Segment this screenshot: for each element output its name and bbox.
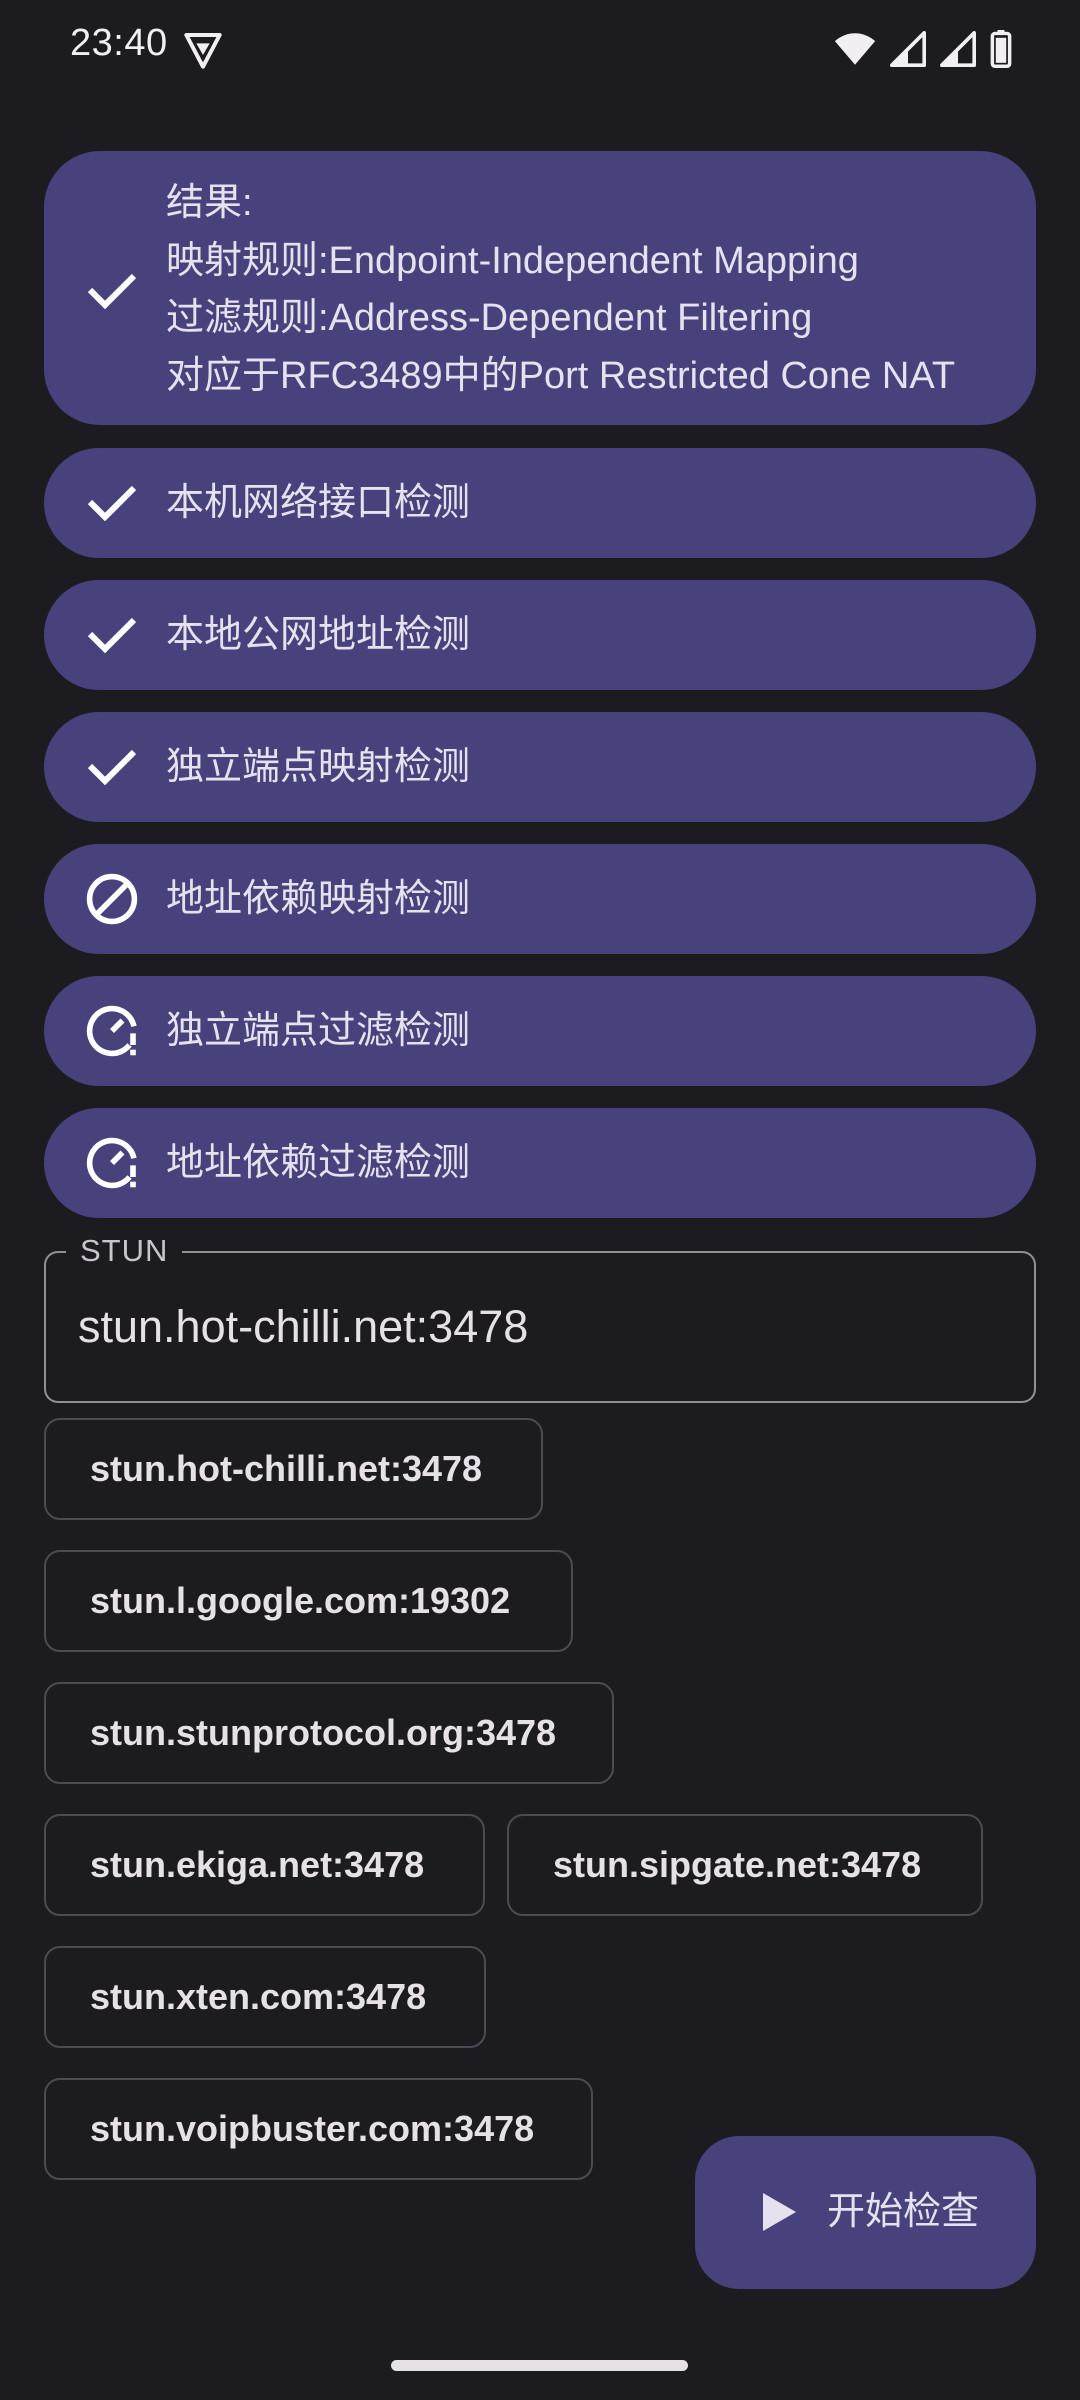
- timer-alert-icon: [86, 1137, 137, 1189]
- start-check-button[interactable]: 开始检查: [695, 2136, 1036, 2289]
- server-chip-google[interactable]: stun.l.google.com:19302: [44, 1550, 573, 1652]
- server-chip-xten[interactable]: stun.xten.com:3478: [44, 1946, 486, 2048]
- step-endpoint-independent-mapping: 独立端点映射检测: [44, 712, 1036, 822]
- server-chip-ekiga[interactable]: stun.ekiga.net:3478: [44, 1814, 485, 1916]
- result-card: 结果: 映射规则:Endpoint-Independent Mapping 过滤…: [44, 151, 1036, 425]
- result-filtering-rule: 过滤规则:Address-Dependent Filtering: [166, 297, 813, 339]
- server-chip-sipgate[interactable]: stun.sipgate.net:3478: [507, 1814, 983, 1916]
- server-chip-voipbuster[interactable]: stun.voipbuster.com:3478: [44, 2078, 593, 2180]
- status-time: 23:40: [70, 22, 168, 64]
- step-label: 本机网络接口检测: [166, 482, 471, 524]
- status-icons: [834, 26, 1012, 72]
- shield-notification-icon: [184, 33, 222, 69]
- cell-signal-icon: [890, 31, 926, 67]
- wifi-icon: [834, 33, 876, 65]
- cell-signal-icon-2: [940, 31, 976, 67]
- stun-field-value[interactable]: stun.hot-chilli.net:3478: [78, 1253, 528, 1401]
- start-check-label: 开始检查: [827, 2191, 980, 2233]
- block-icon: [86, 873, 138, 925]
- stun-server-input[interactable]: STUN stun.hot-chilli.net:3478: [44, 1233, 1036, 1403]
- step-address-dependent-filtering: 地址依赖过滤检测: [44, 1108, 1036, 1218]
- step-label: 独立端点过滤检测: [166, 1010, 471, 1052]
- step-public-address: 本地公网地址检测: [44, 580, 1036, 690]
- status-bar: 23:40: [0, 0, 1080, 96]
- check-icon: [87, 273, 137, 310]
- home-indicator[interactable]: [391, 2360, 688, 2371]
- server-chip-stunprotocol[interactable]: stun.stunprotocol.org:3478: [44, 1682, 614, 1784]
- result-text: 结果: 映射规则:Endpoint-Independent Mapping 过滤…: [166, 175, 955, 405]
- server-chip-hot-chilli[interactable]: stun.hot-chilli.net:3478: [44, 1418, 543, 1520]
- check-icon: [87, 749, 137, 786]
- check-icon: [87, 617, 137, 654]
- result-mapping-rule: 映射规则:Endpoint-Independent Mapping: [166, 239, 859, 282]
- step-local-interface: 本机网络接口检测: [44, 448, 1036, 558]
- battery-icon: [990, 30, 1012, 68]
- step-label: 地址依赖映射检测: [166, 878, 471, 920]
- timer-alert-icon: [86, 1005, 137, 1057]
- step-label: 本地公网地址检测: [166, 614, 471, 656]
- step-label: 地址依赖过滤检测: [166, 1142, 471, 1184]
- play-icon: [763, 2193, 796, 2231]
- result-nat-type: 对应于RFC3489中的Port Restricted Cone NAT: [166, 354, 956, 397]
- result-heading: 结果:: [166, 182, 253, 224]
- check-icon: [87, 485, 137, 522]
- step-label: 独立端点映射检测: [166, 746, 471, 788]
- step-address-dependent-mapping: 地址依赖映射检测: [44, 844, 1036, 954]
- step-endpoint-independent-filtering: 独立端点过滤检测: [44, 976, 1036, 1086]
